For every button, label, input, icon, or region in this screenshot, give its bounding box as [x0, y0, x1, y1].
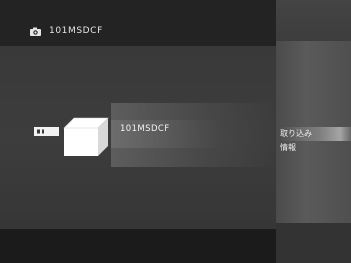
bottom-band-inner [0, 229, 276, 263]
menu-item-import[interactable]: 取り込み [279, 127, 351, 141]
options-panel-bottom [276, 223, 351, 263]
camera-icon [30, 27, 41, 36]
menu-item-info[interactable]: 情報 [279, 141, 351, 155]
header: 101MSDCF [30, 24, 103, 38]
menu-item-label: 情報 [280, 143, 296, 152]
header-title: 101MSDCF [49, 26, 103, 36]
options-panel-top [276, 0, 351, 41]
options-menu: 取り込み 情報 [279, 127, 351, 155]
menu-item-label: 取り込み [280, 129, 312, 138]
memory-stick-reader-icon[interactable] [34, 116, 114, 156]
folder-label: 101MSDCF [120, 124, 170, 134]
